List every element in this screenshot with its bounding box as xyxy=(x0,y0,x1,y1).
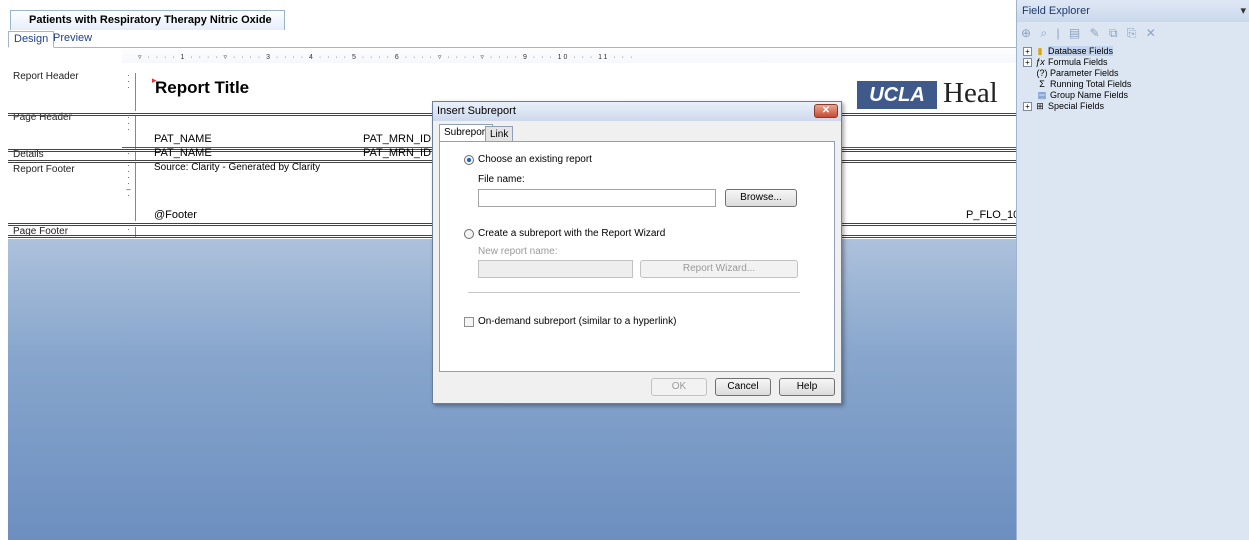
insert-subreport-dialog: Insert Subreport ✕ Subreport Link Choose… xyxy=(432,101,842,404)
pat-mrn-header-field[interactable]: PAT_MRN_ID xyxy=(363,133,431,145)
on-demand-label[interactable]: On-demand subreport (similar to a hyperl… xyxy=(478,316,676,327)
ok-button[interactable]: OK xyxy=(651,378,707,396)
field-explorer-title-bar: Field Explorer ▾ xyxy=(1017,0,1249,22)
browse-button[interactable]: Browse... xyxy=(725,189,797,207)
section-report-footer[interactable]: Report Footer xyxy=(13,164,75,175)
tree-item-label: Database Fields xyxy=(1048,46,1114,56)
special-fields-icon: ⊞ xyxy=(1036,101,1044,111)
tree-item-label: Parameter Fields xyxy=(1050,68,1119,78)
sigma-icon: Σ xyxy=(1039,79,1045,89)
field-explorer-panel: Field Explorer ▾ ⊕ ⌕ | ▤ ✎ ⧉ ⎘ ✕ + ▮ Datab… xyxy=(1016,0,1249,540)
document-tab[interactable]: Patients with Respiratory Therapy Nitric… xyxy=(10,10,285,44)
section-gutter: · · · xyxy=(122,114,136,149)
document-tab-strip: Patients with Respiratory Therapy Nitric… xyxy=(0,0,1016,44)
tree-item-database-fields[interactable]: + ▮ Database Fields xyxy=(1023,46,1245,57)
tab-preview[interactable]: Preview xyxy=(48,31,97,48)
tree-item-label: Special Fields xyxy=(1048,101,1105,111)
section-gutter: · · · · – · xyxy=(122,162,136,221)
subreport-tab-panel: Choose an existing report File name: Bro… xyxy=(439,141,835,372)
on-demand-checkbox[interactable] xyxy=(464,317,474,327)
pat-name-header-field[interactable]: PAT_NAME xyxy=(154,133,212,145)
report-title-field[interactable]: Report Title xyxy=(155,78,249,98)
formula-icon: ƒx xyxy=(1035,57,1045,67)
section-report-header[interactable]: Report Header xyxy=(13,71,79,82)
tree-item-label: Running Total Fields xyxy=(1050,79,1132,89)
footer-formula-field[interactable]: @Footer xyxy=(154,209,197,221)
view-tabs: Design Preview xyxy=(8,30,1016,48)
field-tree: + ▮ Database Fields + ƒx Formula Fields (?) P… xyxy=(1023,46,1245,112)
help-button[interactable]: Help xyxy=(779,378,835,396)
tab-link[interactable]: Link xyxy=(485,126,514,141)
ucla-logo-box: UCLA xyxy=(857,81,937,109)
cancel-button[interactable]: Cancel xyxy=(715,378,771,396)
dialog-close-icon[interactable]: ✕ xyxy=(814,104,838,118)
choose-existing-radio[interactable] xyxy=(464,155,474,165)
group-name-icon: ▤ xyxy=(1037,90,1047,100)
expand-icon[interactable]: + xyxy=(1023,102,1032,111)
dialog-title: Insert Subreport xyxy=(437,105,516,117)
choose-existing-label[interactable]: Choose an existing report xyxy=(478,154,592,165)
panel-menu-icon[interactable]: ▾ xyxy=(1240,0,1246,22)
tree-item-label: Group Name Fields xyxy=(1050,90,1129,100)
file-name-label: File name: xyxy=(478,174,525,185)
section-labels: Report Header Page Header Details Report… xyxy=(8,49,122,239)
field-explorer-title: Field Explorer xyxy=(1022,5,1090,17)
report-wizard-button[interactable]: Report Wizard... xyxy=(640,260,798,278)
pat-mrn-detail-field[interactable]: PAT_MRN_ID xyxy=(363,147,431,159)
database-icon: ▮ xyxy=(1037,46,1043,56)
create-wizard-label[interactable]: Create a subreport with the Report Wizar… xyxy=(478,228,665,239)
ucla-logo-word: Heal xyxy=(943,79,998,109)
tree-item-group-name-fields[interactable]: ▤ Group Name Fields xyxy=(1023,90,1245,101)
parameter-icon: (?) xyxy=(1036,68,1048,78)
horizontal-ruler: ▿ · · · · 1 · · · · ▿ · · · · 3 · · · · … xyxy=(138,54,635,61)
file-name-input[interactable] xyxy=(478,189,716,207)
tree-item-label: Formula Fields xyxy=(1048,57,1108,67)
expand-icon[interactable]: + xyxy=(1023,58,1032,67)
create-wizard-radio[interactable] xyxy=(464,229,474,239)
new-report-name-label: New report name: xyxy=(478,246,558,257)
tree-item-running-total-fields[interactable]: Σ Running Total Fields xyxy=(1023,79,1245,90)
new-report-name-input[interactable] xyxy=(478,260,633,278)
pat-name-detail-field[interactable]: PAT_NAME xyxy=(154,147,212,159)
source-text-field[interactable]: Source: Clarity - Generated by Clarity xyxy=(154,162,320,173)
ucla-health-logo[interactable]: UCLA Heal xyxy=(857,79,1016,111)
section-gutter: · · · xyxy=(122,72,136,111)
dialog-title-bar[interactable]: Insert Subreport ✕ xyxy=(433,102,841,121)
tree-item-special-fields[interactable]: + ⊞ Special Fields xyxy=(1023,101,1245,112)
tree-item-parameter-fields[interactable]: (?) Parameter Fields xyxy=(1023,68,1245,79)
dialog-separator xyxy=(468,292,800,293)
tree-item-formula-fields[interactable]: + ƒx Formula Fields xyxy=(1023,57,1245,68)
expand-icon[interactable]: + xyxy=(1023,47,1032,56)
field-explorer-toolbar[interactable]: ⊕ ⌕ | ▤ ✎ ⧉ ⎘ ✕ xyxy=(1017,26,1249,44)
